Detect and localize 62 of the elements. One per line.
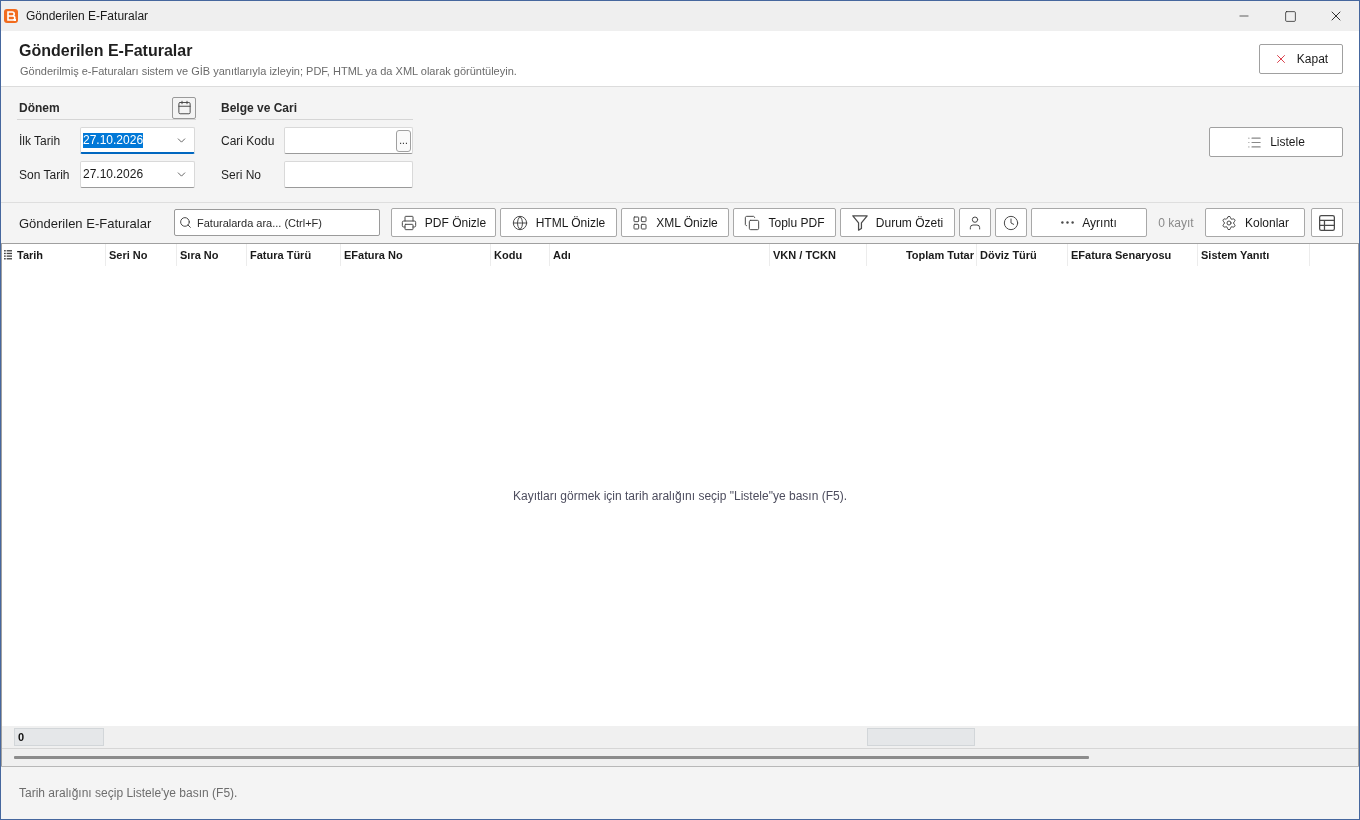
clock-icon [1003,214,1019,231]
list-icon [1247,134,1263,150]
column-header[interactable]: Sistem Yanıtı [1198,244,1310,266]
html-preview-button[interactable]: HTML Önizle [500,208,617,237]
page-title: Gönderilen E-Faturalar [19,40,194,61]
text-field[interactable] [284,161,413,188]
group-title: Dönem [18,99,60,117]
pdf-preview-button[interactable]: PDF Önizle [391,208,496,237]
column-header[interactable]: Adı [550,244,770,266]
table-icon [1319,214,1335,231]
column-header[interactable]: EFatura Senaryosu [1068,244,1198,266]
table-button[interactable] [1311,208,1343,237]
lookup-button[interactable]: ... [396,129,411,152]
group-title: Belge ve Cari [220,99,298,117]
column-header[interactable]: EFatura No [341,244,491,266]
search-field[interactable]: Faturalarda ara... (Ctrl+F) [174,209,380,236]
page-subtitle: Gönderilmiş e-Faturaları sistem ve GİB yanıtlarıyla izleyin; PDF, HTML ya da XML olarak görüntüleyin. [19,63,517,78]
empty-message: Kayıtları görmek için tarih aralığını seçip "Listele"ye basın (F5). [513,488,847,505]
column-header[interactable]: Seri No [106,244,177,266]
field-label: Seri No [220,166,262,184]
column-chooser-icon[interactable] [4,250,12,260]
grid-title: Gönderilen E-Faturalar [19,215,152,231]
details-button[interactable]: Ayrıntı [1031,208,1147,237]
funnel-icon [851,214,868,231]
columns-button[interactable]: Kolonlar [1205,208,1305,237]
copy-icon [744,214,761,231]
user-icon [967,214,983,231]
status-summary-button[interactable]: Durum Özeti [840,208,955,237]
lookup-field[interactable]: ... [284,127,413,154]
column-header[interactable]: Toplam Tutar [867,244,977,266]
list-button[interactable]: Listele [1209,127,1343,157]
window-title: Gönderilen E-Faturalar [26,8,149,25]
column-header[interactable]: Tarih [14,244,106,266]
search-icon [179,216,192,229]
column-header[interactable]: Fatura Türü [247,244,341,266]
summary-cell: 0 [14,728,104,746]
bulk-pdf-button[interactable]: Toplu PDF [733,208,836,237]
clock-button[interactable] [995,208,1027,237]
calendar-button[interactable] [172,96,196,119]
field-label: İlk Tarih [18,132,62,150]
column-header[interactable]: Sıra No [177,244,247,266]
gear-icon [1221,214,1237,231]
column-header[interactable]: VKN / TCKN [770,244,867,266]
date-field[interactable]: 27.10.2026 [80,161,195,188]
column-header[interactable]: Döviz Türü [977,244,1068,266]
dots-icon [1061,221,1075,224]
globe-icon [511,214,528,231]
app-logo-icon [4,9,18,23]
user-button[interactable] [959,208,991,237]
close-button[interactable]: Kapat [1259,43,1343,74]
field-label: Son Tarih [18,166,71,184]
grid-icon [632,214,649,231]
status-text: Tarih aralığını seçip Listele'ye basın (F5). [19,785,238,802]
field-label: Cari Kodu [220,132,276,150]
printer-icon [400,214,417,231]
column-header[interactable]: Kodu [491,244,550,266]
date-field[interactable]: 27.10.2026 [80,127,195,154]
calendar-icon [176,100,192,115]
xml-preview-button[interactable]: XML Önizle [621,208,729,237]
horizontal-scrollbar[interactable] [14,756,1089,759]
record-count: 0 kayıt [1158,214,1194,232]
maximize-icon [1283,9,1297,23]
